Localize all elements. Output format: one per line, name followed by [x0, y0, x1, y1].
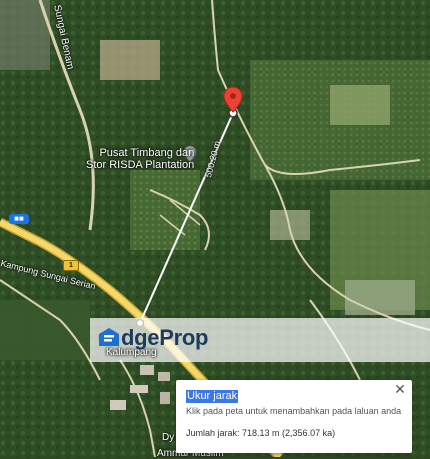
- bus-stop-icon[interactable]: ■■: [9, 214, 29, 224]
- edgeprop-logo: dgeProp: [97, 325, 208, 351]
- building: [160, 392, 170, 404]
- measure-distance-panel: Ukur jarak ✕ Klik pada peta untuk menamb…: [176, 380, 412, 453]
- building: [130, 385, 148, 393]
- poi-label-line1: Pusat Timbang dan: [99, 147, 195, 159]
- highway-shield-icon: 1: [63, 260, 79, 271]
- place-label: Dy: [162, 432, 175, 443]
- building: [140, 365, 154, 375]
- poi-label: Pusat Timbang dan Stor RISDA Plantation: [86, 147, 194, 171]
- close-icon[interactable]: ✕: [394, 382, 406, 396]
- panel-hint: Klik pada peta untuk menambahkan pada la…: [186, 406, 402, 416]
- total-distance: Jumlah jarak: 718.13 m (2,356.07 ka): [186, 428, 336, 438]
- building: [158, 372, 170, 381]
- cleared-field: [100, 40, 160, 80]
- cleared-field: [345, 280, 415, 315]
- logo-text: dgeProp: [121, 325, 209, 350]
- panel-title: Ukur jarak: [186, 390, 239, 403]
- building: [110, 400, 126, 410]
- poi-label-line2: Stor RISDA Plantation: [86, 159, 195, 171]
- edgeprop-logo-mark-icon: [99, 328, 119, 346]
- cleared-field: [330, 85, 390, 125]
